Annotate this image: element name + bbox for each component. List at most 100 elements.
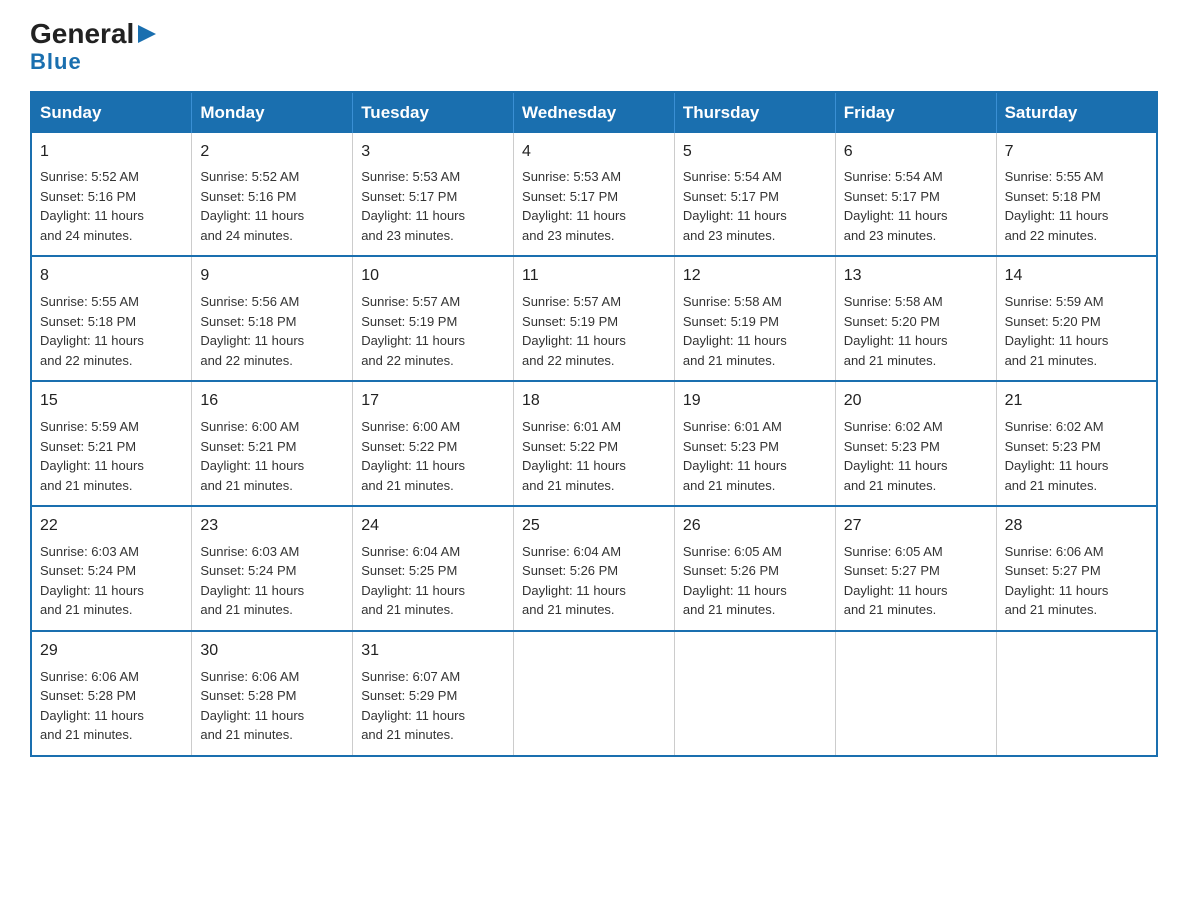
day-number: 24 <box>361 514 505 539</box>
day-info: Sunrise: 6:01 AMSunset: 5:23 PMDaylight:… <box>683 417 827 495</box>
day-info: Sunrise: 6:06 AMSunset: 5:27 PMDaylight:… <box>1005 542 1148 620</box>
day-info: Sunrise: 5:53 AMSunset: 5:17 PMDaylight:… <box>522 167 666 245</box>
calendar-table: SundayMondayTuesdayWednesdayThursdayFrid… <box>30 91 1158 757</box>
day-number: 11 <box>522 264 666 289</box>
calendar-cell: 11 Sunrise: 5:57 AMSunset: 5:19 PMDaylig… <box>514 256 675 381</box>
day-info: Sunrise: 5:52 AMSunset: 5:16 PMDaylight:… <box>200 167 344 245</box>
day-number: 31 <box>361 639 505 664</box>
calendar-cell: 3 Sunrise: 5:53 AMSunset: 5:17 PMDayligh… <box>353 133 514 257</box>
day-info: Sunrise: 6:03 AMSunset: 5:24 PMDaylight:… <box>200 542 344 620</box>
calendar-cell: 28 Sunrise: 6:06 AMSunset: 5:27 PMDaylig… <box>996 506 1157 631</box>
day-number: 22 <box>40 514 183 539</box>
weekday-header-tuesday: Tuesday <box>353 92 514 133</box>
day-number: 25 <box>522 514 666 539</box>
calendar-cell: 16 Sunrise: 6:00 AMSunset: 5:21 PMDaylig… <box>192 381 353 506</box>
calendar-week-2: 8 Sunrise: 5:55 AMSunset: 5:18 PMDayligh… <box>31 256 1157 381</box>
calendar-cell <box>835 631 996 756</box>
calendar-cell: 24 Sunrise: 6:04 AMSunset: 5:25 PMDaylig… <box>353 506 514 631</box>
calendar-cell: 31 Sunrise: 6:07 AMSunset: 5:29 PMDaylig… <box>353 631 514 756</box>
weekday-header-thursday: Thursday <box>674 92 835 133</box>
calendar-week-5: 29 Sunrise: 6:06 AMSunset: 5:28 PMDaylig… <box>31 631 1157 756</box>
calendar-week-1: 1 Sunrise: 5:52 AMSunset: 5:16 PMDayligh… <box>31 133 1157 257</box>
day-info: Sunrise: 5:55 AMSunset: 5:18 PMDaylight:… <box>40 292 183 370</box>
calendar-cell: 8 Sunrise: 5:55 AMSunset: 5:18 PMDayligh… <box>31 256 192 381</box>
calendar-cell: 22 Sunrise: 6:03 AMSunset: 5:24 PMDaylig… <box>31 506 192 631</box>
calendar-cell: 15 Sunrise: 5:59 AMSunset: 5:21 PMDaylig… <box>31 381 192 506</box>
calendar-cell <box>996 631 1157 756</box>
logo: General Blue <box>30 20 158 73</box>
day-number: 30 <box>200 639 344 664</box>
day-number: 20 <box>844 389 988 414</box>
day-info: Sunrise: 5:54 AMSunset: 5:17 PMDaylight:… <box>844 167 988 245</box>
day-number: 9 <box>200 264 344 289</box>
logo-general: General <box>30 20 158 49</box>
page-header: General Blue <box>30 20 1158 73</box>
day-number: 27 <box>844 514 988 539</box>
day-info: Sunrise: 6:01 AMSunset: 5:22 PMDaylight:… <box>522 417 666 495</box>
day-info: Sunrise: 6:06 AMSunset: 5:28 PMDaylight:… <box>40 667 183 745</box>
calendar-week-4: 22 Sunrise: 6:03 AMSunset: 5:24 PMDaylig… <box>31 506 1157 631</box>
day-number: 12 <box>683 264 827 289</box>
weekday-header-saturday: Saturday <box>996 92 1157 133</box>
calendar-cell: 23 Sunrise: 6:03 AMSunset: 5:24 PMDaylig… <box>192 506 353 631</box>
calendar-cell: 30 Sunrise: 6:06 AMSunset: 5:28 PMDaylig… <box>192 631 353 756</box>
calendar-cell: 18 Sunrise: 6:01 AMSunset: 5:22 PMDaylig… <box>514 381 675 506</box>
day-info: Sunrise: 6:03 AMSunset: 5:24 PMDaylight:… <box>40 542 183 620</box>
day-number: 29 <box>40 639 183 664</box>
day-info: Sunrise: 6:04 AMSunset: 5:26 PMDaylight:… <box>522 542 666 620</box>
weekday-header-monday: Monday <box>192 92 353 133</box>
day-number: 19 <box>683 389 827 414</box>
calendar-cell: 10 Sunrise: 5:57 AMSunset: 5:19 PMDaylig… <box>353 256 514 381</box>
day-info: Sunrise: 6:02 AMSunset: 5:23 PMDaylight:… <box>844 417 988 495</box>
day-info: Sunrise: 5:55 AMSunset: 5:18 PMDaylight:… <box>1005 167 1148 245</box>
day-info: Sunrise: 5:53 AMSunset: 5:17 PMDaylight:… <box>361 167 505 245</box>
day-info: Sunrise: 5:58 AMSunset: 5:19 PMDaylight:… <box>683 292 827 370</box>
day-number: 18 <box>522 389 666 414</box>
day-info: Sunrise: 5:57 AMSunset: 5:19 PMDaylight:… <box>361 292 505 370</box>
day-info: Sunrise: 5:59 AMSunset: 5:21 PMDaylight:… <box>40 417 183 495</box>
calendar-cell: 27 Sunrise: 6:05 AMSunset: 5:27 PMDaylig… <box>835 506 996 631</box>
calendar-cell: 9 Sunrise: 5:56 AMSunset: 5:18 PMDayligh… <box>192 256 353 381</box>
weekday-header-friday: Friday <box>835 92 996 133</box>
day-number: 8 <box>40 264 183 289</box>
calendar-cell: 4 Sunrise: 5:53 AMSunset: 5:17 PMDayligh… <box>514 133 675 257</box>
day-info: Sunrise: 6:05 AMSunset: 5:27 PMDaylight:… <box>844 542 988 620</box>
calendar-cell: 1 Sunrise: 5:52 AMSunset: 5:16 PMDayligh… <box>31 133 192 257</box>
calendar-cell <box>514 631 675 756</box>
calendar-cell <box>674 631 835 756</box>
day-number: 21 <box>1005 389 1148 414</box>
calendar-cell: 19 Sunrise: 6:01 AMSunset: 5:23 PMDaylig… <box>674 381 835 506</box>
calendar-header: SundayMondayTuesdayWednesdayThursdayFrid… <box>31 92 1157 133</box>
day-number: 4 <box>522 140 666 165</box>
day-info: Sunrise: 6:05 AMSunset: 5:26 PMDaylight:… <box>683 542 827 620</box>
day-number: 10 <box>361 264 505 289</box>
weekday-header-sunday: Sunday <box>31 92 192 133</box>
day-info: Sunrise: 5:56 AMSunset: 5:18 PMDaylight:… <box>200 292 344 370</box>
calendar-cell: 6 Sunrise: 5:54 AMSunset: 5:17 PMDayligh… <box>835 133 996 257</box>
calendar-week-3: 15 Sunrise: 5:59 AMSunset: 5:21 PMDaylig… <box>31 381 1157 506</box>
weekday-header-wednesday: Wednesday <box>514 92 675 133</box>
calendar-cell: 7 Sunrise: 5:55 AMSunset: 5:18 PMDayligh… <box>996 133 1157 257</box>
day-number: 6 <box>844 140 988 165</box>
day-number: 3 <box>361 140 505 165</box>
calendar-cell: 17 Sunrise: 6:00 AMSunset: 5:22 PMDaylig… <box>353 381 514 506</box>
day-info: Sunrise: 5:54 AMSunset: 5:17 PMDaylight:… <box>683 167 827 245</box>
calendar-cell: 2 Sunrise: 5:52 AMSunset: 5:16 PMDayligh… <box>192 133 353 257</box>
day-info: Sunrise: 6:02 AMSunset: 5:23 PMDaylight:… <box>1005 417 1148 495</box>
day-number: 15 <box>40 389 183 414</box>
day-number: 1 <box>40 140 183 165</box>
calendar-cell: 20 Sunrise: 6:02 AMSunset: 5:23 PMDaylig… <box>835 381 996 506</box>
calendar-cell: 25 Sunrise: 6:04 AMSunset: 5:26 PMDaylig… <box>514 506 675 631</box>
day-number: 23 <box>200 514 344 539</box>
calendar-cell: 12 Sunrise: 5:58 AMSunset: 5:19 PMDaylig… <box>674 256 835 381</box>
day-number: 28 <box>1005 514 1148 539</box>
day-number: 17 <box>361 389 505 414</box>
calendar-cell: 13 Sunrise: 5:58 AMSunset: 5:20 PMDaylig… <box>835 256 996 381</box>
day-info: Sunrise: 6:06 AMSunset: 5:28 PMDaylight:… <box>200 667 344 745</box>
calendar-cell: 21 Sunrise: 6:02 AMSunset: 5:23 PMDaylig… <box>996 381 1157 506</box>
day-number: 5 <box>683 140 827 165</box>
day-number: 2 <box>200 140 344 165</box>
calendar-cell: 26 Sunrise: 6:05 AMSunset: 5:26 PMDaylig… <box>674 506 835 631</box>
day-number: 26 <box>683 514 827 539</box>
day-info: Sunrise: 5:52 AMSunset: 5:16 PMDaylight:… <box>40 167 183 245</box>
